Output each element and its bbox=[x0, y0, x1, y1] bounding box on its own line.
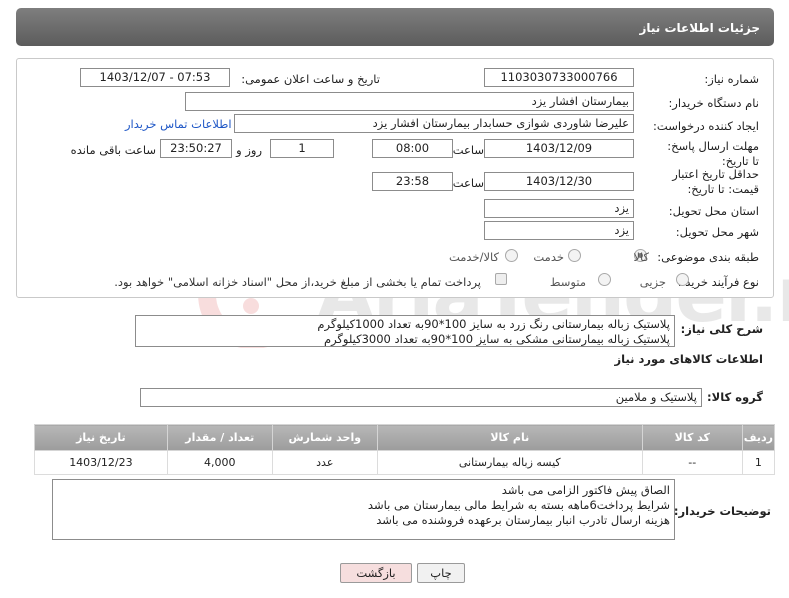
buyer-org-label: نام دستگاه خریدار: bbox=[668, 96, 759, 110]
process-minor-radio[interactable] bbox=[676, 273, 689, 286]
validity-time-field[interactable]: 23:58 bbox=[372, 172, 453, 191]
remaining-time-field[interactable]: 23:50:27 bbox=[160, 139, 232, 158]
buyer-note-line-2: شرایط پرداخت6ماهه بسته به شرایط مالی بیم… bbox=[367, 498, 670, 512]
print-button[interactable]: چاپ bbox=[417, 563, 465, 583]
category-service-label: خدمت bbox=[533, 250, 564, 264]
deadline-label: مهلت ارسال پاسخ: تا تاریخ: bbox=[667, 139, 759, 168]
creator-label: ایجاد کننده درخواست: bbox=[653, 119, 759, 133]
col-unit: واحد شمارش bbox=[271, 424, 378, 451]
description-line-1: پلاستیک زباله بیمارستانی رنگ زرد به سایز… bbox=[317, 317, 670, 331]
validity-date-field[interactable]: 1403/12/30 bbox=[484, 172, 634, 191]
process-label: نوع فرآیند خرید : bbox=[677, 275, 759, 289]
back-button[interactable]: بازگشت bbox=[340, 563, 412, 583]
process-medium-radio[interactable] bbox=[598, 273, 611, 286]
process-medium-label: متوسط bbox=[549, 275, 586, 289]
cell-unit: عدد bbox=[271, 450, 378, 475]
col-name: نام کالا bbox=[376, 424, 643, 451]
validity-label: حداقل تاریخ اعتبار قیمت: تا تاریخ: bbox=[672, 167, 759, 196]
table-row[interactable]: 1 -- کیسه زباله بیمارستانی عدد 4,000 140… bbox=[34, 450, 776, 475]
goods-section-title: اطلاعات کالاهای مورد نیاز bbox=[614, 352, 763, 366]
cell-row: 1 bbox=[741, 450, 776, 475]
cell-date: 1403/12/23 bbox=[34, 450, 168, 475]
page-title: جزئیات اطلاعات نیاز bbox=[639, 21, 760, 35]
buyer-notes-label: توضیحات خریدار: bbox=[673, 504, 771, 518]
treasury-payment-note: پرداخت تمام یا بخشی از مبلغ خرید،از محل … bbox=[114, 275, 481, 289]
days-label: روز و bbox=[236, 143, 262, 157]
province-label: استان محل تحویل: bbox=[668, 204, 759, 218]
validity-hour-label: ساعت bbox=[452, 176, 484, 190]
goods-group-field[interactable]: پلاستیک و ملامین bbox=[140, 388, 702, 407]
description-line-2: پلاستیک زباله بیمارستانی مشکی به سایز 10… bbox=[323, 332, 670, 346]
buyer-note-line-1: الصاق پیش فاکتور الزامی می باشد bbox=[501, 483, 670, 497]
buyer-note-line-3: هزینه ارسال تادرب انبار بیمارستان برعهده… bbox=[376, 513, 670, 527]
announce-date-field[interactable]: 1403/12/07 - 07:53 bbox=[80, 68, 230, 87]
city-label: شهر محل تحویل: bbox=[675, 225, 759, 239]
announce-date-label: تاریخ و ساعت اعلان عمومی: bbox=[241, 72, 380, 86]
col-date: تاریخ نیاز bbox=[34, 424, 168, 451]
col-code: کد کالا bbox=[641, 424, 743, 451]
buyer-org-field[interactable]: بیمارستان افشار یزد bbox=[185, 92, 634, 111]
category-goods-service-label: کالا/خدمت bbox=[448, 250, 499, 264]
days-field[interactable]: 1 bbox=[270, 139, 334, 158]
col-qty: تعداد / مقدار bbox=[166, 424, 273, 451]
city-field[interactable]: یزد bbox=[484, 221, 634, 240]
category-label: طبقه بندی موضوعی: bbox=[657, 250, 759, 264]
goods-group-label: گروه کالا: bbox=[707, 390, 763, 404]
buyer-notes-textarea[interactable]: الصاق پیش فاکتور الزامی می باشد شرایط پر… bbox=[52, 479, 675, 540]
treasury-payment-checkbox[interactable] bbox=[495, 273, 507, 285]
cell-name: کیسه زباله بیمارستانی bbox=[376, 450, 643, 475]
cell-qty: 4,000 bbox=[166, 450, 273, 475]
cell-code: -- bbox=[641, 450, 743, 475]
remaining-label: ساعت باقی مانده bbox=[70, 143, 156, 157]
page-header: جزئیات اطلاعات نیاز bbox=[16, 8, 774, 46]
description-textarea[interactable]: پلاستیک زباله بیمارستانی رنگ زرد به سایز… bbox=[135, 315, 675, 347]
category-goods-label: کالا bbox=[633, 250, 649, 264]
buyer-contact-link[interactable]: اطلاعات تماس خریدار bbox=[125, 117, 232, 131]
need-number-label: شماره نیاز: bbox=[704, 72, 759, 86]
description-label: شرح کلی نیاز: bbox=[680, 322, 763, 336]
goods-table-header: ردیف کد کالا نام کالا واحد شمارش تعداد /… bbox=[34, 424, 776, 451]
need-number-field[interactable]: 1103030733000766 bbox=[484, 68, 634, 87]
goods-table: ردیف کد کالا نام کالا واحد شمارش تعداد /… bbox=[34, 424, 776, 475]
deadline-date-field[interactable]: 1403/12/09 bbox=[484, 139, 634, 158]
category-goods-service-radio[interactable] bbox=[505, 249, 518, 262]
col-row: ردیف bbox=[741, 424, 776, 451]
category-service-radio[interactable] bbox=[568, 249, 581, 262]
deadline-hour-label: ساعت bbox=[452, 143, 484, 157]
creator-field[interactable]: علیرضا شاوردی شوازی حسابدار بیمارستان اف… bbox=[234, 114, 634, 133]
process-minor-label: جزیی bbox=[639, 275, 666, 289]
deadline-time-field[interactable]: 08:00 bbox=[372, 139, 453, 158]
province-field[interactable]: یزد bbox=[484, 199, 634, 218]
